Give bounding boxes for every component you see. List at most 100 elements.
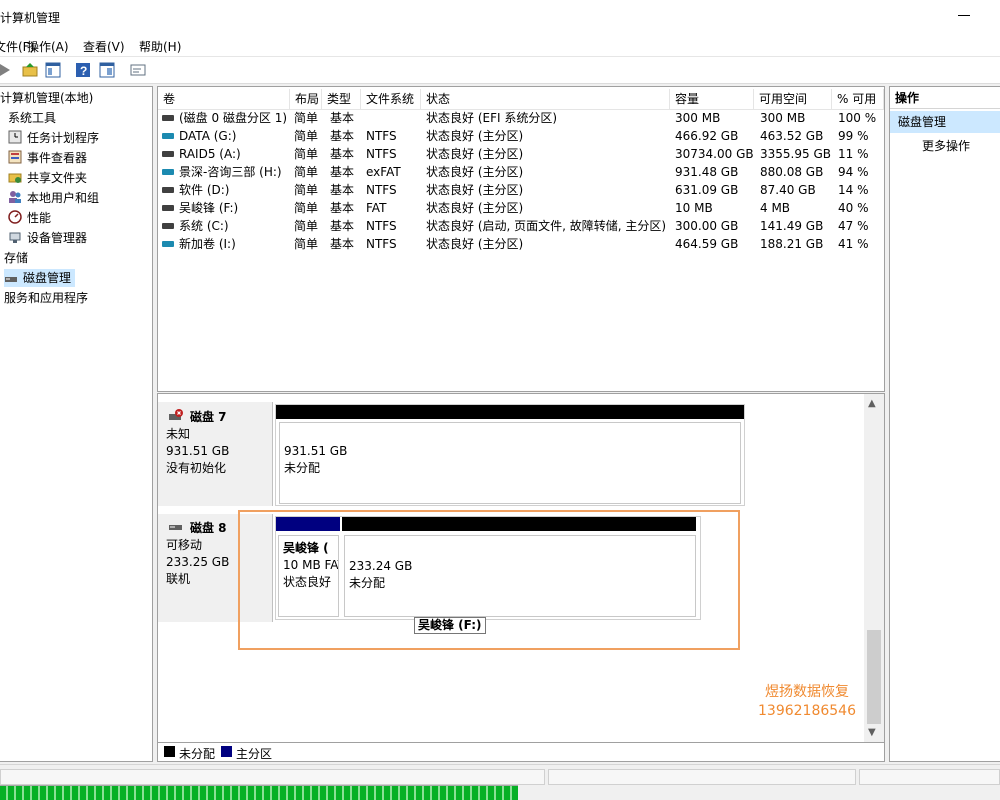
tree-item-disk-management[interactable]: 磁盘管理 — [4, 269, 76, 287]
disk-state: 联机 — [166, 572, 191, 586]
partition-size: 10 MB FAT — [283, 558, 339, 572]
menu-help[interactable]: 帮助(H) — [139, 38, 181, 55]
table-row[interactable]: 吴峻锋 (F:) 简单 基本 FAT 状态良好 (主分区) 10 MB 4 MB 40 % — [158, 199, 884, 217]
unallocated-partition[interactable]: 931.51 GB 未分配 — [279, 422, 741, 504]
disk-name: 磁盘 8 — [190, 521, 227, 535]
column-header-status[interactable]: 状态 — [421, 89, 670, 109]
table-row[interactable]: 景深-咨询三部 (H:) 简单 基本 exFAT 状态良好 (主分区) 931.48 GB… — [158, 163, 884, 181]
tree-item-system-tools[interactable]: 系统工具 — [8, 109, 56, 127]
tree-item-task-scheduler[interactable]: 任务计划程序 — [8, 129, 99, 147]
scrollbar-thumb[interactable] — [867, 630, 881, 724]
tree-item-device-manager[interactable]: 设备管理器 — [8, 229, 87, 247]
tree-item-label: 共享文件夹 — [27, 171, 88, 185]
cell-status: 状态良好 (主分区) — [426, 147, 524, 161]
tree-item-performance[interactable]: 性能 — [8, 209, 51, 227]
volume-icon — [162, 205, 174, 211]
menu-action[interactable]: 操作(A) — [27, 38, 69, 55]
column-header-layout[interactable]: 布局 — [290, 89, 322, 109]
column-header-percent-free[interactable]: % 可用 — [832, 89, 884, 109]
volume-icon — [162, 241, 174, 247]
disk-kind: 未知 — [166, 427, 191, 441]
cell-type: 基本 — [330, 201, 355, 215]
shared-folder-icon — [8, 173, 22, 183]
disk-size: 931.51 GB — [166, 444, 230, 458]
status-segment — [859, 769, 1000, 785]
cell-free-space: 4 MB — [760, 201, 791, 215]
users-icon — [9, 191, 21, 203]
navigation-tree: 计算机管理(本地) 系统工具 任务计划程序 事件查看器 共享文件夹 本地用户和组… — [0, 86, 153, 762]
tree-item-label: 性能 — [27, 211, 52, 225]
more-actions-link[interactable]: 更多操作 — [922, 137, 970, 155]
properties-icon[interactable] — [98, 61, 116, 79]
cell-layout: 简单 — [294, 201, 319, 215]
cell-capacity: 30734.00 GB — [675, 147, 754, 161]
partition-status: 状态良好 — [283, 575, 332, 589]
partition-color-bar — [276, 405, 744, 419]
tree-item-shared-folders[interactable]: 共享文件夹 — [8, 169, 87, 187]
cell-layout: 简单 — [294, 129, 319, 143]
tree-item-event-viewer[interactable]: 事件查看器 — [8, 149, 87, 167]
cell-layout: 简单 — [294, 165, 319, 179]
primary-swatch — [221, 746, 232, 757]
watermark: 煜扬数据恢复 13962186546 — [758, 683, 856, 721]
tree-item-storage[interactable]: 存储 — [4, 249, 28, 267]
tree-item-label: 服务和应用程序 — [4, 291, 89, 305]
disk-7-label[interactable]: 磁盘 7 未知 931.51 GB 没有初始化 — [158, 402, 273, 506]
cell-status: 状态良好 (主分区) — [426, 165, 524, 179]
cell-volume: DATA (G:) — [179, 129, 237, 143]
cell-capacity: 10 MB — [675, 201, 713, 215]
tree-item-services-apps[interactable]: 服务和应用程序 — [4, 289, 88, 307]
vertical-scrollbar[interactable]: ▲ ▼ — [864, 394, 884, 742]
tree-item-local-users[interactable]: 本地用户和组 — [8, 189, 99, 207]
cell-volume: 软件 (D:) — [179, 183, 230, 197]
column-header-filesystem[interactable]: 文件系统 — [361, 89, 421, 109]
disk-8-label[interactable]: 磁盘 8 可移动 233.25 GB 联机 — [158, 514, 273, 622]
show-hide-tree-icon[interactable] — [44, 61, 62, 79]
unallocated-partition[interactable]: 233.24 GB 未分配 — [344, 535, 696, 617]
legend: 未分配 主分区 — [157, 743, 885, 762]
table-row[interactable]: RAID5 (A:) 简单 基本 NTFS 状态良好 (主分区) 30734.00 GB 3… — [158, 145, 884, 163]
cell-status: 状态良好 (EFI 系统分区) — [426, 111, 558, 125]
tree-item-label: 本地用户和组 — [27, 191, 100, 205]
legend-primary: 主分区 — [236, 747, 273, 761]
tree-item-label: 事件查看器 — [27, 151, 88, 165]
cell-capacity: 466.92 GB — [675, 129, 739, 143]
menu-view[interactable]: 查看(V) — [83, 38, 125, 55]
cell-free-space: 87.40 GB — [760, 183, 816, 197]
table-row[interactable]: 新加卷 (I:) 简单 基本 NTFS 状态良好 (主分区) 464.59 GB 188.2… — [158, 235, 884, 253]
svg-text:?: ? — [80, 64, 87, 78]
console-icon[interactable] — [129, 61, 147, 79]
unallocated-swatch — [164, 746, 175, 757]
table-row[interactable]: 系统 (C:) 简单 基本 NTFS 状态良好 (启动, 页面文件, 故障转储, 主分区… — [158, 217, 884, 235]
actions-section-disk-management[interactable]: 磁盘管理 — [890, 111, 1000, 133]
table-row[interactable]: DATA (G:) 简单 基本 NTFS 状态良好 (主分区) 466.92 GB 463.… — [158, 127, 884, 145]
partition-title: 吴峻锋 ( — [283, 541, 329, 555]
cell-filesystem: NTFS — [366, 183, 397, 197]
column-header-free-space[interactable]: 可用空间 — [754, 89, 832, 109]
table-row[interactable]: (磁盘 0 磁盘分区 1) 简单 基本 状态良好 (EFI 系统分区) 300 MB 30… — [158, 109, 884, 127]
minimize-button[interactable] — [958, 15, 970, 16]
help-icon[interactable]: ? — [74, 61, 92, 79]
scroll-up-icon[interactable]: ▲ — [868, 398, 876, 410]
cell-volume: RAID5 (A:) — [179, 147, 241, 161]
table-row[interactable]: 软件 (D:) 简单 基本 NTFS 状态良好 (主分区) 631.09 GB 87.40 … — [158, 181, 884, 199]
partition-f-drive[interactable]: 吴峻锋 ( 10 MB FAT 状态良好 — [278, 535, 339, 617]
partition-size: 931.51 GB — [284, 444, 348, 458]
back-icon[interactable] — [0, 61, 14, 79]
partition-tooltip: 吴峻锋 (F:) — [414, 617, 486, 634]
column-header-volume[interactable]: 卷 — [158, 89, 290, 109]
cell-percent-free: 47 % — [838, 219, 869, 233]
cell-status: 状态良好 (主分区) — [426, 201, 524, 215]
tree-root[interactable]: 计算机管理(本地) — [0, 89, 93, 107]
performance-icon — [8, 210, 22, 224]
column-header-capacity[interactable]: 容量 — [670, 89, 754, 109]
progress-bar — [0, 785, 518, 800]
scroll-down-icon[interactable]: ▼ — [868, 727, 876, 739]
window-title: 计算机管理 — [0, 11, 61, 25]
column-header-type[interactable]: 类型 — [322, 89, 361, 109]
cell-volume: 系统 (C:) — [179, 219, 229, 233]
disk-error-icon — [169, 409, 183, 420]
cell-filesystem: NTFS — [366, 129, 397, 143]
up-folder-icon[interactable] — [21, 61, 39, 79]
partition-size: 233.24 GB — [349, 559, 413, 573]
